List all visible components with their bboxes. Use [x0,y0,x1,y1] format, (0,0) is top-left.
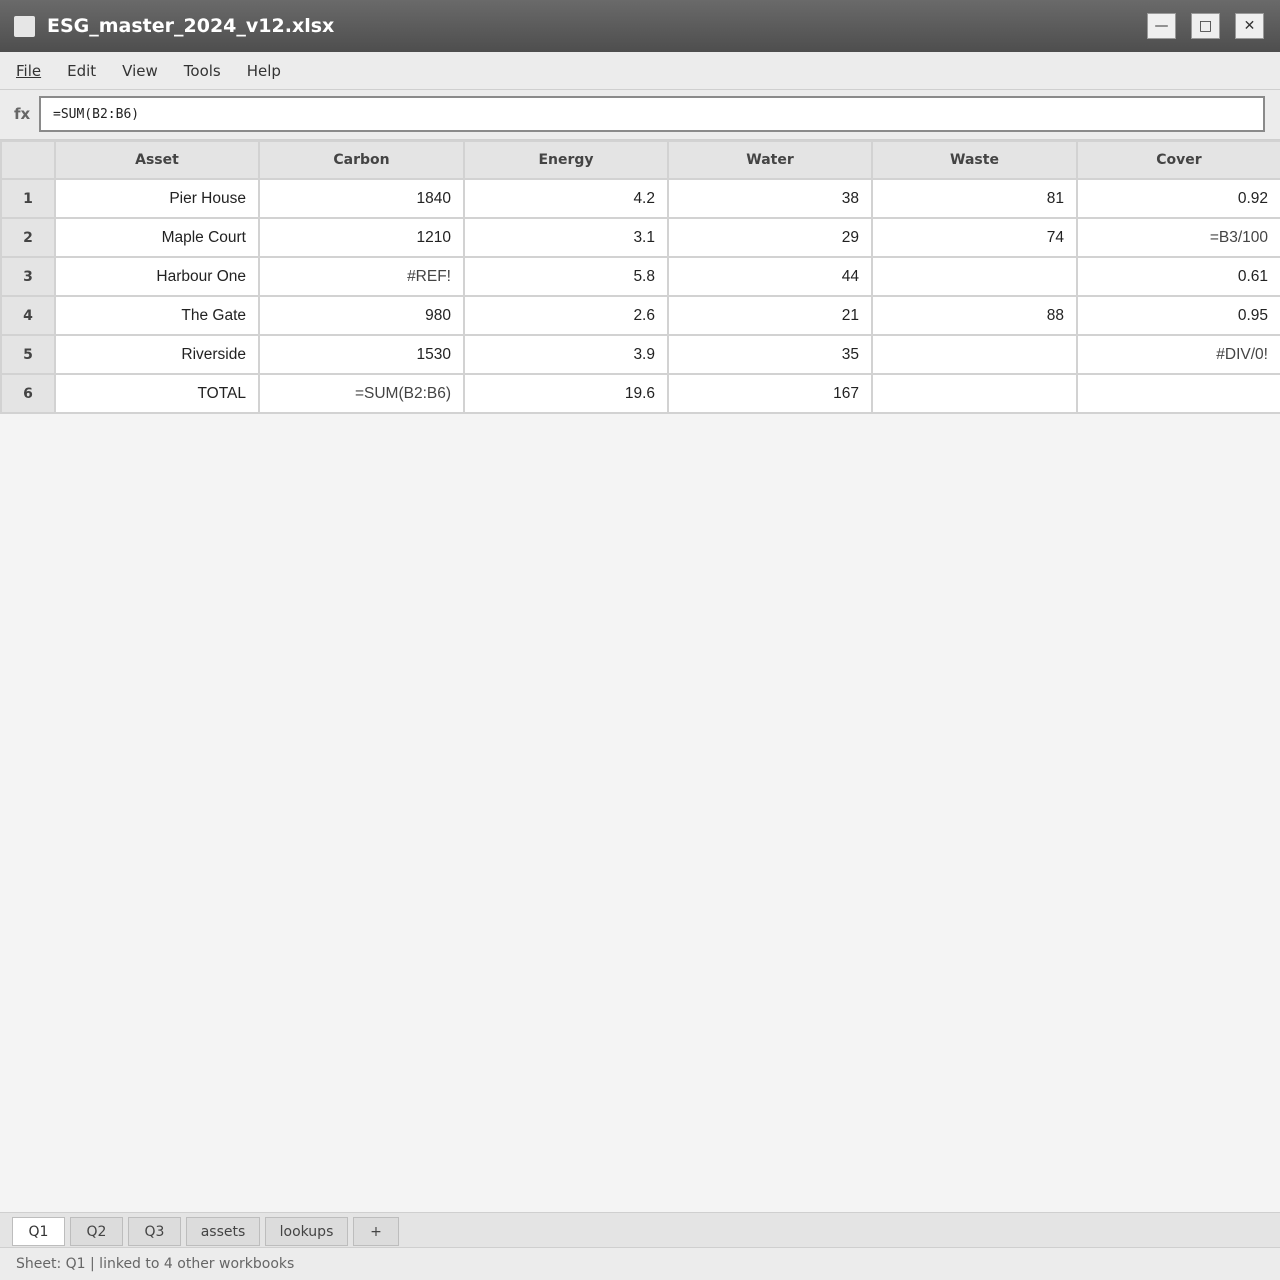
menu-help[interactable]: Help [247,62,281,80]
cell[interactable]: 0.61 [1076,256,1280,297]
cell[interactable]: TOTAL [54,373,260,414]
row-header[interactable]: 2 [0,217,56,258]
cell[interactable]: 1530 [258,334,465,375]
cell[interactable]: 44 [667,256,873,297]
menu-tools[interactable]: Tools [184,62,221,80]
formula-input[interactable]: =SUM(B2:B6) [39,96,1265,132]
cell[interactable]: 21 [667,295,873,336]
cell[interactable] [1076,373,1280,414]
cell[interactable]: 5.8 [463,256,669,297]
sheet-tab-lookups[interactable]: lookups [265,1217,348,1246]
cell[interactable]: Riverside [54,334,260,375]
cell[interactable]: 3.9 [463,334,669,375]
add-sheet-button[interactable]: + [353,1217,399,1246]
row-header[interactable]: 6 [0,373,56,414]
table-row: 3 Harbour One #REF! 5.8 44 0.61 [0,256,1280,297]
table-row: 1 Pier House 1840 4.2 38 81 0.92 [0,178,1280,219]
cell[interactable]: 38 [667,178,873,219]
sheet-tab-q2[interactable]: Q2 [70,1217,123,1246]
cell[interactable] [871,373,1078,414]
table-row: 5 Riverside 1530 3.9 35 #DIV/0! [0,334,1280,375]
fx-label: fx [14,105,31,123]
status-text: Sheet: Q1 | linked to 4 other workbooks [16,1256,295,1272]
sheet-tab-assets[interactable]: assets [186,1217,260,1246]
cell[interactable]: 980 [258,295,465,336]
table-row: 4 The Gate 980 2.6 21 88 0.95 [0,295,1280,336]
column-header-carbon[interactable]: Carbon [258,140,465,180]
cell[interactable]: 167 [667,373,873,414]
table-row: 6 TOTAL =SUM(B2:B6) 19.6 167 [0,373,1280,414]
minimize-button[interactable]: — [1147,13,1176,39]
menu-view[interactable]: View [122,62,158,80]
cell[interactable]: 2.6 [463,295,669,336]
cell[interactable]: 81 [871,178,1078,219]
cell[interactable]: 4.2 [463,178,669,219]
menu-bar: File Edit View Tools Help [0,52,1280,90]
cell[interactable]: 0.95 [1076,295,1280,336]
row-header[interactable]: 5 [0,334,56,375]
cell[interactable]: Harbour One [54,256,260,297]
column-header-row: Asset Carbon Energy Water Waste Cover [0,140,1280,180]
maximize-button[interactable]: □ [1191,13,1220,39]
status-bar: Sheet: Q1 | linked to 4 other workbooks [0,1248,1280,1280]
row-header[interactable]: 3 [0,256,56,297]
spreadsheet-grid: Asset Carbon Energy Water Waste Cover 1 … [0,140,1280,414]
close-button[interactable]: ✕ [1235,13,1264,39]
cell[interactable]: 88 [871,295,1078,336]
table-row: 2 Maple Court 1210 3.1 29 74 =B3/100 [0,217,1280,258]
cell[interactable]: The Gate [54,295,260,336]
menu-edit[interactable]: Edit [67,62,96,80]
error-cell[interactable]: #REF! [258,256,465,297]
column-header-cover[interactable]: Cover [1076,140,1280,180]
title-bar: ESG_master_2024_v12.xlsx — □ ✕ [0,0,1280,52]
formula-cell[interactable]: =SUM(B2:B6) [258,373,465,414]
formula-cell[interactable]: =B3/100 [1076,217,1280,258]
cell[interactable]: Pier House [54,178,260,219]
cell[interactable] [871,334,1078,375]
cell[interactable]: 74 [871,217,1078,258]
window-title: ESG_master_2024_v12.xlsx [47,15,335,37]
cell[interactable]: Maple Court [54,217,260,258]
cell[interactable]: 1210 [258,217,465,258]
row-header[interactable]: 4 [0,295,56,336]
cell[interactable]: 3.1 [463,217,669,258]
cell[interactable] [871,256,1078,297]
column-header-water[interactable]: Water [667,140,873,180]
column-header-waste[interactable]: Waste [871,140,1078,180]
sheet-tab-q1[interactable]: Q1 [12,1217,65,1246]
menu-file[interactable]: File [16,62,41,80]
column-header-asset[interactable]: Asset [54,140,260,180]
sheet-tab-bar: Q1 Q2 Q3 assets lookups + [0,1212,1280,1248]
window-controls: — □ ✕ [1147,13,1264,39]
cell[interactable]: 19.6 [463,373,669,414]
column-header-energy[interactable]: Energy [463,140,669,180]
cell[interactable]: 1840 [258,178,465,219]
cell[interactable]: 0.92 [1076,178,1280,219]
cell[interactable]: 35 [667,334,873,375]
error-cell[interactable]: #DIV/0! [1076,334,1280,375]
formula-bar: fx =SUM(B2:B6) [0,90,1280,140]
row-header[interactable]: 1 [0,178,56,219]
cell[interactable]: 29 [667,217,873,258]
app-icon [14,15,35,37]
sheet-tab-q3[interactable]: Q3 [128,1217,181,1246]
corner-cell[interactable] [0,140,56,180]
